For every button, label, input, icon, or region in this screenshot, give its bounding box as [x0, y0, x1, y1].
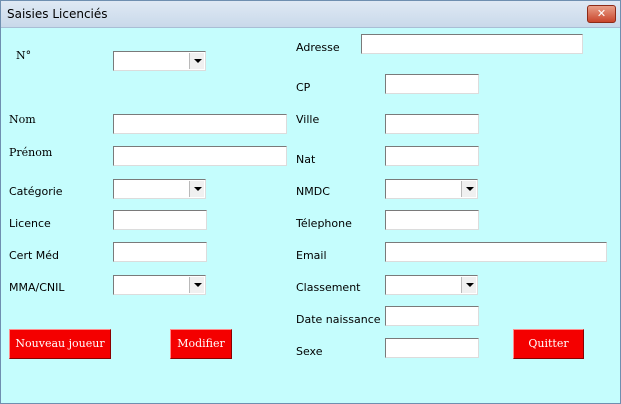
date-naissance-field[interactable]	[385, 306, 479, 326]
chevron-down-icon[interactable]	[189, 53, 204, 69]
cp-label: CP	[296, 81, 311, 94]
telephone-field[interactable]	[385, 210, 479, 230]
nom-label: Nom	[9, 113, 36, 126]
date-naissance-label: Date naissance	[296, 313, 381, 326]
close-button[interactable]: ✕	[587, 5, 616, 23]
chevron-down-icon[interactable]	[461, 277, 476, 293]
ville-field[interactable]	[385, 114, 479, 134]
numero-combo[interactable]	[113, 51, 206, 71]
telephone-label: Télephone	[296, 217, 352, 230]
certmed-label: Cert Méd	[9, 249, 60, 262]
adresse-field[interactable]	[361, 34, 583, 54]
mma-cnil-combo[interactable]	[113, 275, 206, 295]
cp-field[interactable]	[385, 74, 479, 94]
nat-label: Nat	[296, 153, 316, 166]
sexe-label: Sexe	[296, 345, 323, 358]
chevron-down-icon[interactable]	[189, 181, 204, 197]
classement-label: Classement	[296, 281, 361, 294]
licence-label: Licence	[9, 217, 51, 230]
sexe-field[interactable]	[385, 338, 479, 358]
chevron-down-icon[interactable]	[461, 181, 476, 197]
window-title: Saisies Licenciés	[7, 7, 108, 21]
title-bar: Saisies Licenciés ✕	[1, 1, 620, 28]
licence-field[interactable]	[113, 210, 207, 230]
certmed-field[interactable]	[113, 242, 207, 262]
nmdc-label: NMDC	[296, 185, 330, 198]
classement-combo[interactable]	[385, 275, 478, 295]
adresse-label: Adresse	[296, 41, 340, 54]
nat-field[interactable]	[385, 146, 479, 166]
chevron-down-icon[interactable]	[189, 277, 204, 293]
nmdc-combo[interactable]	[385, 179, 478, 199]
categorie-label: Catégorie	[9, 185, 63, 198]
email-label: Email	[296, 249, 327, 262]
email-field[interactable]	[385, 242, 607, 262]
modifier-button[interactable]: Modifier	[170, 329, 232, 359]
nouveau-joueur-button[interactable]: Nouveau joueur	[9, 329, 111, 359]
numero-label: N°	[16, 49, 32, 62]
saisies-licencies-window: Saisies Licenciés ✕ N° Nom Prénom Catégo…	[0, 0, 621, 404]
ville-label: Ville	[296, 113, 320, 126]
mma-cnil-label: MMA/CNIL	[9, 281, 65, 294]
prenom-label: Prénom	[9, 146, 53, 159]
prenom-field[interactable]	[113, 146, 287, 166]
close-icon: ✕	[596, 7, 607, 20]
nom-field[interactable]	[113, 114, 287, 134]
quitter-button[interactable]: Quitter	[513, 329, 584, 359]
categorie-combo[interactable]	[113, 179, 206, 199]
